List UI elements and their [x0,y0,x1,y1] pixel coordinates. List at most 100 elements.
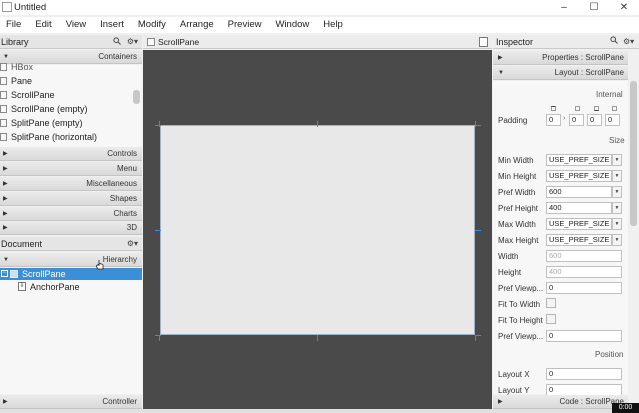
menu-insert[interactable]: Insert [100,17,124,33]
inspector-title: Inspector [496,37,534,47]
pref-width-label: Pref Width [498,188,536,197]
accordion-code[interactable]: ▶ Code : ScrollPane [493,395,628,409]
accordion-controls[interactable]: ▶ Controls [0,147,142,161]
menu-help[interactable]: Help [323,17,343,33]
pref-viewport-height-label: Pref Viewp... [498,332,544,341]
menu-edit[interactable]: Edit [35,17,51,33]
pref-width-field[interactable]: 600 [546,186,612,198]
minimize-button[interactable]: – [549,0,579,15]
expand-right-icon: ▶ [3,151,8,157]
layout-label: Layout : ScrollPane [554,68,624,77]
resize-handle[interactable] [159,121,160,127]
height-field: 400 [546,266,622,278]
resize-handle[interactable] [155,335,161,336]
list-item-label: Pane [11,76,33,86]
maximize-button[interactable]: ☐ [579,0,609,15]
list-item[interactable]: SplitPane (horizontal) [0,130,132,144]
breadcrumb[interactable]: ScrollPane [158,36,199,48]
menu-file[interactable]: File [6,17,21,33]
layout-x-label: Layout X [498,370,530,379]
padding-right-icon [575,106,580,111]
chevron-down-icon[interactable]: ▼ [612,154,622,166]
accordion-shapes[interactable]: ▶ Shapes [0,192,142,206]
resize-handle[interactable] [317,121,318,127]
min-height-label: Min Height [498,172,537,181]
list-item[interactable]: SplitPane (empty) [0,116,132,130]
padding-left-field[interactable]: 0 [605,114,620,126]
layout-x-field[interactable]: 0 [546,368,622,380]
pref-height-field[interactable]: 400 [546,202,612,214]
scrollpane-preview[interactable] [160,125,475,335]
padding-right-field[interactable]: 0 [569,114,584,126]
library-scrollbar[interactable] [133,90,140,104]
inspector-scrollbar[interactable] [630,81,637,226]
resize-handle[interactable] [475,125,481,126]
tree-row-selected[interactable]: − ScrollPane [0,268,142,280]
menu-preview[interactable]: Preview [228,17,262,33]
list-item[interactable]: ScrollPane (empty) [0,102,132,116]
menu-arrange[interactable]: Arrange [180,17,214,33]
pref-viewport-width-field[interactable]: 0 [546,282,622,294]
list-item-label: HBox [11,62,34,72]
accordion-menu[interactable]: ▶ Menu [0,162,142,176]
fit-to-height-label: Fit To Height [498,316,543,325]
min-height-field[interactable]: USE_PREF_SIZE [546,170,612,182]
tree-row[interactable]: ⇩ AnchorPane [0,281,142,293]
accordion-controller[interactable]: ▶ Controller [0,395,142,409]
gear-icon[interactable]: ⚙▾ [623,36,634,48]
expand-down-icon: ▼ [498,69,504,76]
fit-to-width-label: Fit To Width [498,300,541,309]
accordion-layout[interactable]: ▼ Layout : ScrollPane [493,66,628,80]
resize-handle[interactable] [155,230,161,231]
fit-to-height-checkbox[interactable] [546,314,556,324]
fit-to-width-checkbox[interactable] [546,298,556,308]
padding-top-field[interactable]: 0 [546,114,561,126]
resize-handle[interactable] [317,335,318,341]
search-icon[interactable] [610,36,618,48]
chevron-down-icon[interactable]: ▼ [612,186,622,198]
pref-viewport-height-field[interactable]: 0 [546,330,622,342]
gear-icon[interactable]: ⚙▾ [127,37,138,47]
chevron-down-icon[interactable]: ▼ [612,218,622,230]
list-item[interactable]: HBox [0,60,132,74]
resize-handle[interactable] [475,230,481,231]
hierarchy-label: Hierarchy [102,255,137,264]
hand-cursor-icon [96,260,104,270]
list-item-label: ScrollPane [11,90,55,100]
gear-icon[interactable]: ⚙▾ [127,239,138,248]
internal-section-title: Internal [596,90,623,99]
document-icon[interactable] [479,37,488,47]
menu-view[interactable]: View [66,17,86,33]
menu-modify[interactable]: Modify [138,17,166,33]
resize-handle[interactable] [475,335,481,336]
list-item[interactable]: Pane [0,74,132,88]
library-header: Library ⚙▾ [0,35,142,49]
section-label: Controls [107,149,137,158]
resize-handle[interactable] [475,121,476,127]
chevron-down-icon[interactable]: ▼ [612,170,622,182]
video-timestamp: 0:00 [612,403,639,413]
list-item[interactable]: ScrollPane [0,88,132,102]
accordion-3d[interactable]: ▶ 3D [0,221,142,235]
scrollpane-icon [0,105,7,113]
min-width-field[interactable]: USE_PREF_SIZE [546,154,612,166]
max-height-field[interactable]: USE_PREF_SIZE [546,234,612,246]
close-button[interactable]: ✕ [609,0,639,15]
padding-bottom-field[interactable]: 0 [587,114,602,126]
accordion-charts[interactable]: ▶ Charts [0,207,142,221]
bottom-strip [0,409,639,413]
menu-window[interactable]: Window [275,17,309,33]
link-icon[interactable]: › [563,115,565,122]
search-icon[interactable] [113,36,121,47]
inspector-header: Inspector ⚙▾ [493,35,639,49]
chevron-down-icon[interactable]: ▼ [612,234,622,246]
accordion-hierarchy[interactable]: ▼ Hierarchy [0,253,142,267]
accordion-miscellaneous[interactable]: ▶ Miscellaneous [0,177,142,191]
resize-handle[interactable] [155,125,161,126]
max-width-field[interactable]: USE_PREF_SIZE [546,218,612,230]
position-section-title: Position [595,350,624,359]
chevron-down-icon[interactable]: ▼ [612,202,622,214]
expand-right-icon: ▶ [3,225,8,231]
accordion-properties[interactable]: ▶ Properties : ScrollPane [493,51,628,65]
collapse-icon[interactable]: − [1,270,8,277]
